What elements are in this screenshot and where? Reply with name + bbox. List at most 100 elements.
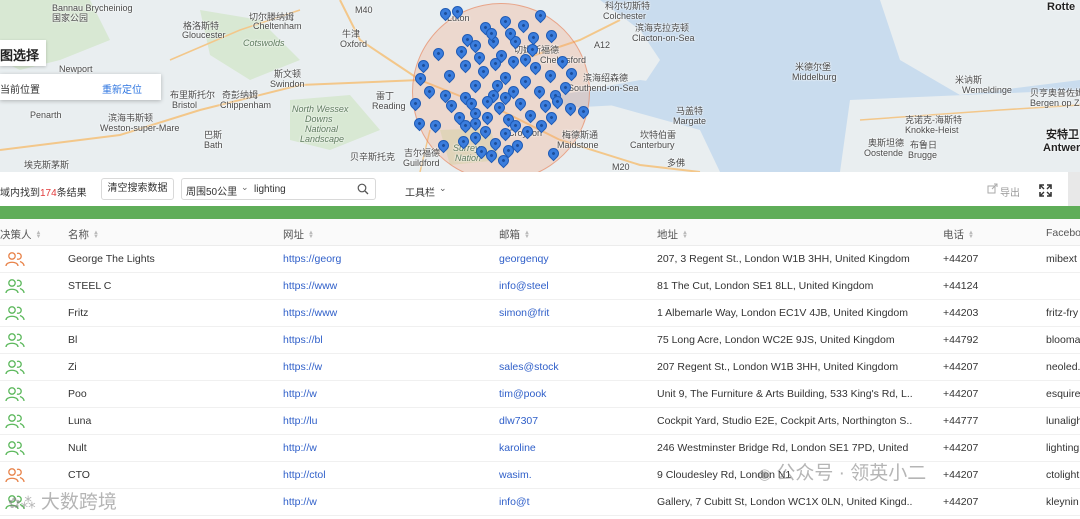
website-link[interactable]: http://w	[283, 388, 488, 400]
search-input[interactable]	[254, 182, 354, 196]
map-label: 牛津	[342, 29, 361, 39]
fullscreen-icon[interactable]	[1039, 184, 1052, 197]
people-icon[interactable]	[5, 332, 25, 348]
company-name: Luna	[68, 415, 92, 427]
website-link[interactable]: https://georg	[283, 253, 488, 265]
company-name: Zi	[68, 361, 77, 373]
people-icon[interactable]	[5, 359, 25, 375]
people-icon[interactable]	[5, 386, 25, 402]
people-icon[interactable]	[5, 278, 25, 294]
map-label: Bristol	[172, 100, 198, 110]
email-link[interactable]: georgenqy	[499, 253, 639, 265]
table-row[interactable]: Zi https://w sales@stock 207 Regent St., Lo…	[0, 354, 1080, 381]
map-label: Cheltenham	[253, 21, 302, 31]
email-link[interactable]: info@steel	[499, 280, 639, 292]
map-label: North Wessex	[292, 104, 349, 114]
website-link[interactable]: http://w	[283, 496, 488, 508]
map-label: National	[305, 124, 339, 134]
website-link[interactable]: http://lu	[283, 415, 488, 427]
people-icon[interactable]	[5, 251, 25, 267]
email-link[interactable]: tim@pook	[499, 388, 639, 400]
column-header-address[interactable]: 地址 ▲ ▼	[657, 227, 688, 242]
chevron-down-icon[interactable]: ⌄	[241, 182, 249, 193]
column-header-website[interactable]: 网址 ▲ ▼	[283, 227, 314, 242]
map-label: Canterbury	[630, 140, 675, 150]
column-header-facebook[interactable]: Facebo	[1046, 227, 1080, 239]
chevron-down-icon[interactable]: ⌄	[439, 183, 447, 194]
email-link[interactable]: dlw7307	[499, 415, 639, 427]
map-label: M40	[355, 5, 373, 15]
people-icon[interactable]	[5, 440, 25, 456]
address-text: 207, 3 Regent St., London W1B 3HH, Unite…	[657, 253, 910, 265]
website-link[interactable]: http://ctol	[283, 469, 488, 481]
map-label: Colchester	[603, 11, 647, 21]
map-label: Landscape	[300, 134, 345, 144]
facebook-text: fritz-fry	[1046, 307, 1079, 319]
map-label: Knokke-Heist	[905, 125, 959, 135]
table-row[interactable]: George The Lights https://georg georgenqy 2…	[0, 246, 1080, 273]
people-icon[interactable]	[5, 305, 25, 321]
phone-text: +44203	[943, 307, 979, 319]
map-view[interactable]: Bannau Brycheiniog 国家公园 切尔滕纳姆 Cheltenham…	[0, 0, 1080, 172]
company-name: George The Lights	[68, 253, 155, 265]
map-label: 国家公园	[52, 13, 89, 23]
facebook-text: neoled.	[1046, 361, 1080, 373]
current-location-label: 当前位置	[0, 85, 40, 96]
email-link[interactable]: sales@stock	[499, 361, 639, 373]
table-row[interactable]: STEEL C https://www info@steel 81 The Cut, …	[0, 273, 1080, 300]
website-link[interactable]: https://w	[283, 361, 488, 373]
search-box: 周围50公里 ⌄	[181, 178, 376, 200]
map-label: 安特卫	[1046, 129, 1079, 141]
table-row[interactable]: Bl https://bl 75 Long Acre, London WC2E 9J…	[0, 327, 1080, 354]
map-label: Penarth	[30, 110, 62, 120]
email-link[interactable]: info@t	[499, 496, 639, 508]
email-link[interactable]: wasim.	[499, 469, 639, 481]
map-label: A12	[594, 40, 611, 50]
facebook-text: kleynin	[1046, 496, 1079, 508]
table-row[interactable]: http://w info@t Gallery, 7 Cubitt St, Lond…	[0, 489, 1080, 516]
facebook-text: blooma	[1046, 334, 1080, 346]
export-icon[interactable]	[987, 183, 998, 194]
map-label: Oostende	[864, 148, 904, 158]
map-label: 雷丁	[376, 91, 395, 101]
company-name: Poo	[68, 388, 87, 400]
map-label: 米德尔堡	[795, 62, 832, 72]
tools-menu[interactable]: 工具栏	[405, 184, 435, 199]
column-header-email[interactable]: 邮箱 ▲ ▼	[499, 227, 530, 242]
toolbar: 域内找到174条结果 清空搜索数据 周围50公里 ⌄ 工具栏 ⌄ 导出	[0, 172, 1080, 206]
map-label: Bannau Brycheiniog	[52, 3, 133, 13]
map-label: Bath	[204, 140, 223, 150]
address-text: 81 The Cut, London SE1 8LL, United Kingd…	[657, 280, 874, 292]
website-link[interactable]: https://www	[283, 307, 488, 319]
table-row[interactable]: Fritz https://www simon@frit 1 Albemarle Wa…	[0, 300, 1080, 327]
map-label: Rotte	[1047, 1, 1076, 13]
map-label: Swindon	[270, 79, 305, 89]
table-row[interactable]: Poo http://w tim@pook Unit 9, The Furniture…	[0, 381, 1080, 408]
relocate-button[interactable]: 重新定位	[102, 81, 142, 96]
address-text: Unit 9, The Furniture & Arts Building, 5…	[657, 388, 912, 400]
facebook-text: lunaligh	[1046, 415, 1080, 427]
email-link[interactable]: simon@frit	[499, 307, 639, 319]
column-header-name[interactable]: 名称 ▲ ▼	[68, 227, 99, 242]
column-header-decision-maker[interactable]: 决策人 ▲ ▼	[0, 227, 41, 242]
people-icon[interactable]	[5, 413, 25, 429]
people-icon[interactable]	[5, 467, 25, 483]
search-icon[interactable]	[357, 183, 369, 195]
column-header-phone[interactable]: 电话 ▲ ▼	[943, 227, 974, 242]
table-header: 决策人 ▲ ▼ 名称 ▲ ▼ 网址 ▲ ▼ 邮箱 ▲ ▼ 地址 ▲ ▼ 电话 ▲ ▼ Facebo	[0, 219, 1080, 246]
table-row[interactable]: Luna http://lu dlw7307 Cockpit Yard, Studio…	[0, 408, 1080, 435]
clear-search-button[interactable]: 清空搜索数据	[101, 178, 174, 200]
email-link[interactable]: karoline	[499, 442, 639, 454]
website-link[interactable]: http://w	[283, 442, 488, 454]
map-label: Antwer	[1043, 142, 1080, 154]
result-count-text: 域内找到174条结果	[0, 188, 87, 199]
map-label: Clacton-on-Sea	[632, 33, 695, 43]
website-link[interactable]: https://www	[283, 280, 488, 292]
website-link[interactable]: https://bl	[283, 334, 488, 346]
map-label: M20	[612, 162, 630, 172]
phone-text: +44792	[943, 334, 979, 346]
scrollbar[interactable]	[1068, 172, 1080, 206]
export-button[interactable]: 导出	[1000, 184, 1020, 199]
radius-select[interactable]: 周围50公里	[186, 183, 237, 198]
map-label: Newport	[59, 64, 93, 74]
